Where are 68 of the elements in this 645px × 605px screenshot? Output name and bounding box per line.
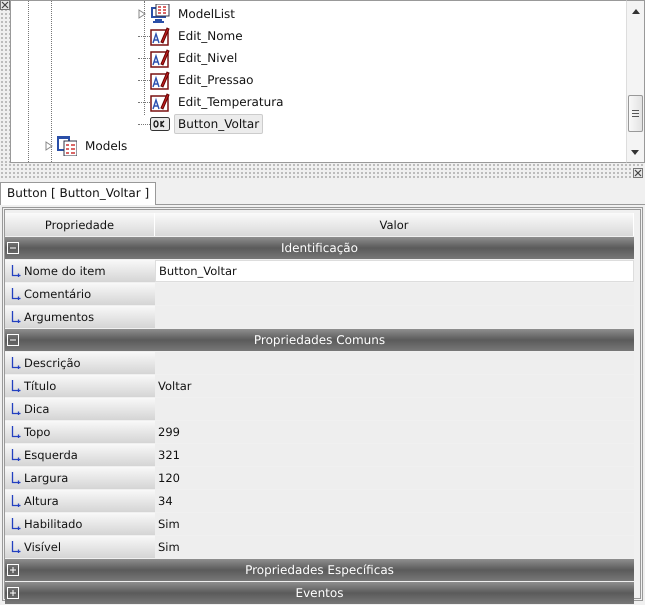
tree-branch-icon <box>11 449 21 461</box>
tab[interactable]: Button [ Button_Voltar ] <box>0 182 156 205</box>
tree-branch-icon <box>11 403 21 415</box>
tree-branch-icon <box>11 472 21 484</box>
tree-branch-icon <box>11 380 21 392</box>
group-header[interactable]: Propriedades Comuns <box>5 329 634 351</box>
tree-branch-icon <box>11 518 21 530</box>
property-value[interactable]: 120 <box>158 471 180 485</box>
property-value[interactable]: 299 <box>158 425 180 439</box>
property-name[interactable]: Argumentos <box>5 306 155 328</box>
tree-branch-icon <box>11 288 21 300</box>
tree-item[interactable]: Button_Voltar <box>174 114 264 134</box>
group-title: Propriedades Comuns <box>254 333 386 347</box>
tree-item[interactable]: Edit_Pressao <box>174 70 258 90</box>
property-name[interactable]: Descrição <box>5 352 155 374</box>
property-name[interactable]: Topo <box>5 421 155 443</box>
edit-field-icon <box>150 92 170 112</box>
property-value[interactable]: Voltar <box>158 379 192 393</box>
property-name[interactable]: Nome do item <box>5 260 155 282</box>
tree-branch-icon <box>11 357 21 369</box>
column-header: Propriedade <box>5 213 155 236</box>
tree-item[interactable]: ModelList <box>174 4 240 24</box>
collapse-icon[interactable] <box>7 242 19 254</box>
property-name[interactable]: Altura <box>5 490 155 512</box>
property-name[interactable]: Largura <box>5 467 155 489</box>
scrollbar[interactable] <box>626 0 645 163</box>
group-title: Identificação <box>281 241 358 255</box>
close-icon[interactable] <box>0 0 10 10</box>
group-header[interactable]: Identificação <box>5 237 634 259</box>
tree-item[interactable]: Edit_Nome <box>174 26 247 46</box>
scroll-down-icon[interactable] <box>631 150 639 155</box>
scroll-thumb[interactable] <box>628 95 643 132</box>
tree-item[interactable]: Edit_Nivel <box>174 48 242 68</box>
group-title: Propriedades Específicas <box>245 563 394 577</box>
property-name[interactable]: Visível <box>5 536 155 558</box>
tree-branch-icon <box>11 541 21 553</box>
tree-branch-icon <box>11 495 21 507</box>
group-header[interactable]: Propriedades Específicas <box>5 559 634 581</box>
property-value[interactable]: 34 <box>158 494 173 508</box>
tree-branch-icon <box>11 265 21 277</box>
property-name[interactable]: Esquerda <box>5 444 155 466</box>
panel-grip[interactable] <box>0 0 10 163</box>
tree-item[interactable]: Models <box>81 136 132 156</box>
close-icon[interactable] <box>633 168 643 178</box>
property-value[interactable]: Sim <box>158 540 180 554</box>
property-name[interactable]: Título <box>5 375 155 397</box>
monitor-icon <box>150 4 170 24</box>
property-name[interactable]: Dica <box>5 398 155 420</box>
edit-field-icon <box>150 48 170 68</box>
expand-icon[interactable] <box>45 141 53 151</box>
scroll-up-icon[interactable] <box>632 9 640 14</box>
property-value[interactable]: Button_Voltar <box>159 264 237 278</box>
expand-icon[interactable] <box>138 9 146 19</box>
edit-field-icon <box>150 70 170 90</box>
property-value[interactable]: 321 <box>158 448 180 462</box>
column-header: Valor <box>155 213 634 236</box>
edit-field-icon <box>150 26 170 46</box>
group-title: Eventos <box>296 586 344 600</box>
property-name[interactable]: Habilitado <box>5 513 155 535</box>
collapse-icon[interactable] <box>7 334 19 346</box>
tree-branch-icon <box>11 311 21 323</box>
forms-icon <box>57 136 77 156</box>
group-header[interactable]: Eventos <box>5 582 634 604</box>
property-name[interactable]: Comentário <box>5 283 155 305</box>
ok-button-icon <box>150 117 170 131</box>
property-value[interactable]: Sim <box>158 517 180 531</box>
tree-branch-icon <box>11 426 21 438</box>
tree-item[interactable]: Edit_Temperatura <box>174 92 288 112</box>
